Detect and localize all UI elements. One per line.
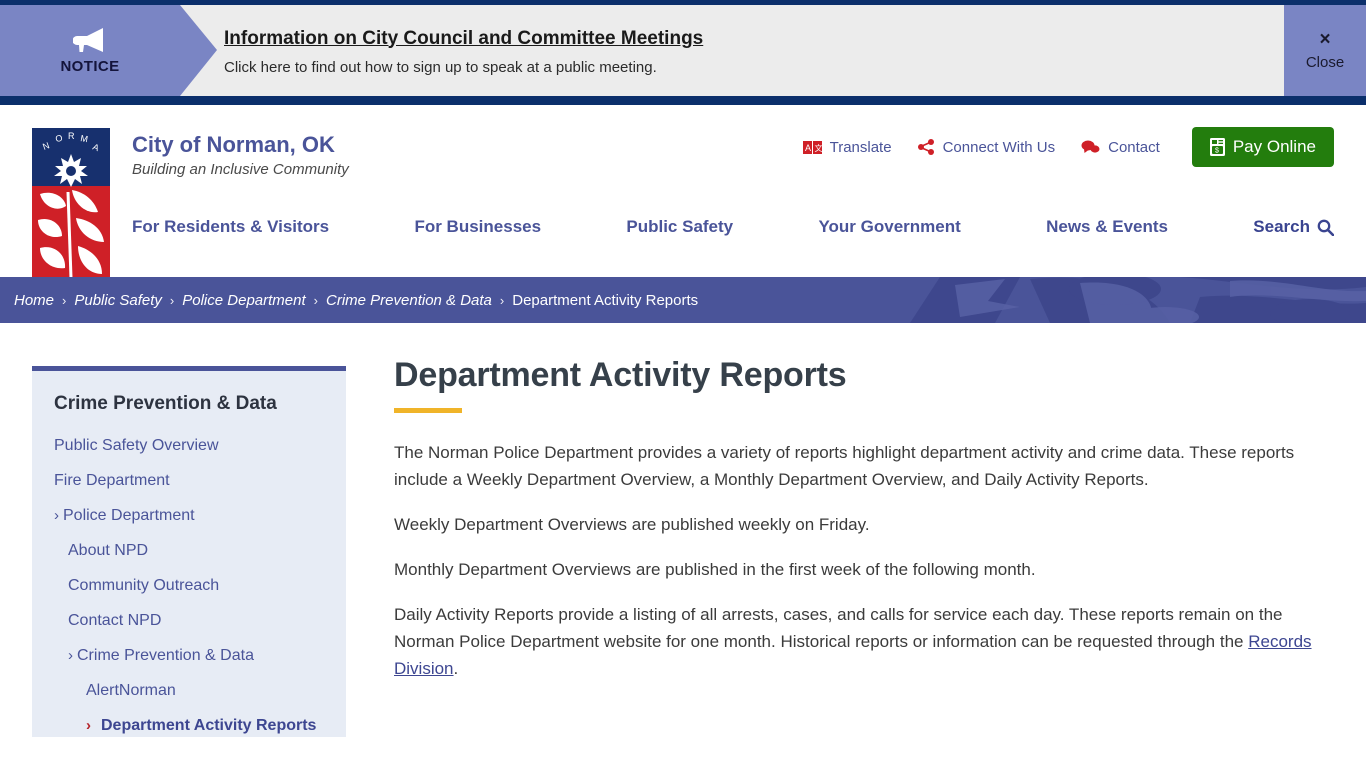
nav-item-news-events[interactable]: News & Events [1046, 217, 1168, 237]
sidebar-item-contact-npd[interactable]: Contact NPD [54, 610, 326, 632]
city-logo[interactable]: N O R M A [32, 128, 110, 283]
chevron-right-icon: › [86, 717, 91, 734]
breadcrumb-bar: Home › Public Safety › Police Department… [0, 277, 1366, 323]
notice-close-button[interactable]: × Close [1284, 5, 1366, 96]
brand-block: City of Norman, OK Building an Inclusive… [132, 131, 349, 181]
svg-text:$: $ [1215, 148, 1219, 155]
sidebar-item-department-activity-reports[interactable]: › Department Activity Reports [54, 715, 326, 737]
sidebar-item-community-outreach[interactable]: Community Outreach [54, 575, 326, 597]
sidebar-item-public-safety-overview[interactable]: Public Safety Overview [54, 435, 326, 457]
main-navigation: For Residents & Visitors For Businesses … [0, 217, 1366, 237]
daily-text-before: Daily Activity Reports provide a listing… [394, 605, 1283, 651]
page-title: Department Activity Reports [394, 356, 847, 394]
breadcrumb-item-crime-prevention-data[interactable]: Crime Prevention & Data [326, 292, 492, 309]
translate-label: Translate [829, 138, 892, 156]
share-icon [917, 139, 934, 155]
breadcrumb-item-police-department[interactable]: Police Department [182, 292, 305, 309]
nav-item-public-safety[interactable]: Public Safety [626, 217, 733, 237]
nav-item-your-government[interactable]: Your Government [818, 217, 960, 237]
breadcrumb-item-current: Department Activity Reports [512, 291, 699, 309]
monthly-paragraph: Monthly Department Overviews are publish… [394, 560, 1036, 579]
close-label: Close [1305, 54, 1345, 71]
brand-tagline: Building an Inclusive Community [132, 161, 349, 178]
sidebar-item-label: Public Safety Overview [54, 437, 219, 454]
breadcrumb-decoration [900, 277, 1366, 323]
megaphone-icon [73, 27, 103, 52]
magnifier-icon [1317, 219, 1334, 236]
city-seal-icon: N O R M A [32, 128, 110, 283]
connect-label: Connect With Us [942, 138, 1056, 156]
sidebar-item-fire-department[interactable]: Fire Department [54, 470, 326, 492]
sidebar-item-label: AlertNorman [86, 682, 176, 699]
sidebar-item-label: Fire Department [54, 472, 170, 489]
pay-online-button[interactable]: $ Pay Online [1191, 127, 1334, 167]
chevron-right-icon: › [68, 647, 73, 664]
svg-text:文: 文 [814, 143, 822, 153]
close-icon: × [1319, 29, 1331, 50]
notice-subtitle: Click here to find out how to sign up to… [224, 58, 657, 76]
notice-flag: NOTICE [0, 5, 217, 96]
sidebar-item-label: Police Department [63, 507, 195, 524]
intro-paragraph: The Norman Police Department provides a … [394, 443, 1295, 489]
contact-label: Contact [1108, 138, 1160, 156]
nav-item-businesses[interactable]: For Businesses [414, 217, 541, 237]
sidebar-title: Crime Prevention & Data [54, 393, 277, 414]
sidebar-item-alertnorman[interactable]: AlertNorman [54, 680, 326, 702]
sidebar-item-label: Crime Prevention & Data [77, 647, 254, 664]
title-accent-rule [394, 408, 462, 413]
breadcrumb-separator: › [499, 292, 505, 308]
sidebar-item-label: Contact NPD [68, 612, 162, 629]
sidebar-item-label: About NPD [68, 542, 149, 559]
weekly-paragraph: Weekly Department Overviews are publishe… [394, 515, 870, 534]
site-header: N O R M A City of Norman, OK Building an… [0, 105, 1366, 283]
main-content: Department Activity Reports The Norman P… [346, 323, 1366, 737]
svg-text:A: A [805, 143, 811, 153]
daily-paragraph: Daily Activity Reports provide a listing… [394, 601, 1320, 682]
translate-button[interactable]: A 文 Translate [802, 138, 892, 156]
contact-button[interactable]: Contact [1081, 139, 1160, 156]
notice-flag-label: NOTICE [60, 57, 120, 75]
translate-icon: A 文 [802, 140, 822, 154]
search-label: Search [1253, 217, 1310, 236]
breadcrumb-separator: › [62, 292, 67, 308]
sidebar-item-about-npd[interactable]: About NPD [54, 540, 326, 562]
page-body: Crime Prevention & Data Public Safety Ov… [0, 323, 1366, 737]
connect-with-us-button[interactable]: Connect With Us [917, 138, 1056, 156]
notice-title-link[interactable]: Information on City Council and Committe… [224, 26, 703, 52]
breadcrumb-item-home[interactable]: Home [14, 292, 54, 309]
speech-bubble-icon [1081, 140, 1100, 153]
chevron-right-icon: › [54, 507, 59, 524]
nav-item-residents[interactable]: For Residents & Visitors [132, 217, 329, 237]
breadcrumb-separator: › [313, 292, 318, 308]
daily-text-after: . [453, 659, 459, 678]
section-sidebar: Crime Prevention & Data Public Safety Ov… [32, 366, 346, 737]
notice-banner: NOTICE Information on City Council and C… [0, 0, 1366, 96]
breadcrumb-separator: › [169, 292, 175, 308]
search-button[interactable]: Search [1253, 217, 1334, 237]
notice-body: Information on City Council and Committe… [180, 5, 1284, 96]
sidebar-item-label: Department Activity Reports [101, 717, 317, 734]
pay-online-label: Pay Online [1232, 137, 1316, 156]
breadcrumb-item-public-safety[interactable]: Public Safety [74, 292, 162, 309]
header-top-rule [0, 96, 1366, 105]
svg-text:R: R [68, 131, 75, 141]
sidebar-item-crime-prevention-data[interactable]: › Crime Prevention & Data [54, 645, 326, 667]
utility-nav: A 文 Translate Connect With Us Contact $ … [802, 127, 1334, 167]
sidebar-item-label: Community Outreach [68, 577, 220, 594]
breadcrumb: Home › Public Safety › Police Department… [0, 292, 698, 309]
sidebar-item-police-department[interactable]: › Police Department [54, 505, 326, 527]
brand-title: City of Norman, OK [132, 132, 335, 157]
invoice-icon: $ [1209, 138, 1225, 156]
